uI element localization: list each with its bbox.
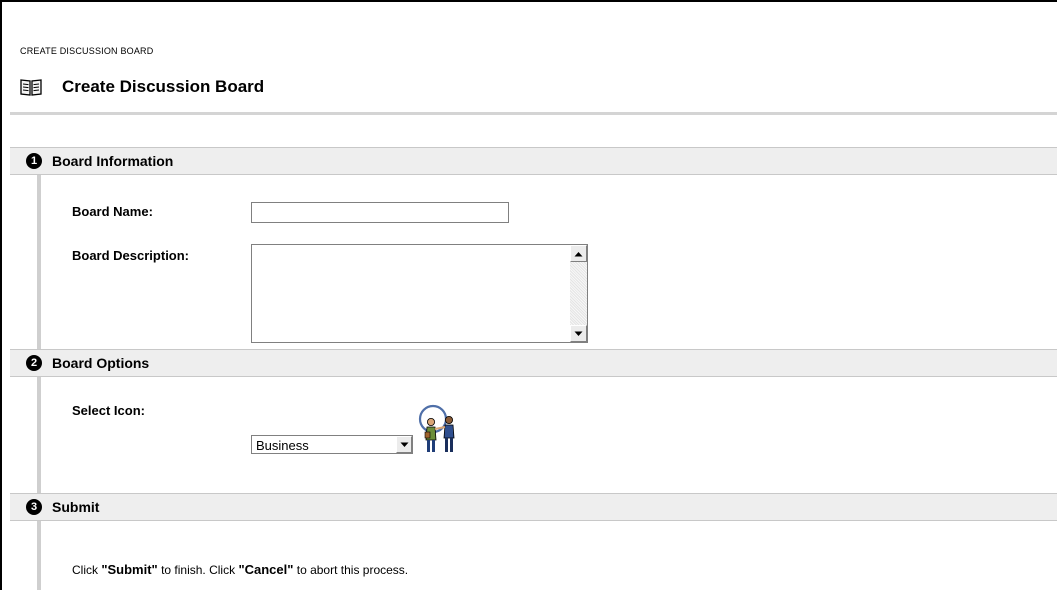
section-header-submit: 3 Submit bbox=[10, 493, 1057, 521]
board-description-label: Board Description: bbox=[72, 248, 190, 263]
scroll-down-button[interactable] bbox=[570, 325, 587, 342]
cancel-keyword: "Cancel" bbox=[238, 562, 294, 577]
submit-keyword: "Submit" bbox=[101, 562, 158, 577]
business-people-icon bbox=[418, 404, 455, 452]
board-description-field bbox=[251, 244, 588, 343]
section-title: Board Options bbox=[52, 355, 150, 371]
icon-select[interactable]: Business bbox=[251, 435, 413, 454]
board-name-input[interactable] bbox=[251, 202, 509, 223]
scroll-up-button[interactable] bbox=[570, 245, 587, 262]
title-divider bbox=[10, 112, 1057, 115]
board-description-textarea[interactable] bbox=[252, 245, 570, 342]
board-name-label: Board Name: bbox=[72, 204, 153, 219]
book-icon bbox=[20, 79, 42, 96]
instructions-text: to abort this process. bbox=[293, 563, 409, 577]
description-scrollbar[interactable] bbox=[570, 245, 587, 342]
instructions-text: to finish. Click bbox=[157, 563, 239, 577]
breadcrumb: CREATE DISCUSSION BOARD bbox=[20, 46, 154, 56]
instructions-text: Click bbox=[72, 563, 102, 577]
step-number-1: 1 bbox=[26, 153, 42, 169]
section-title: Submit bbox=[52, 499, 100, 515]
icon-select-value: Business bbox=[256, 438, 309, 453]
select-icon-label: Select Icon: bbox=[72, 403, 145, 418]
section-title: Board Information bbox=[52, 153, 174, 169]
arrow-down-icon bbox=[574, 331, 583, 336]
section-header-board-information: 1 Board Information bbox=[10, 147, 1057, 175]
step-number-2: 2 bbox=[26, 355, 42, 371]
arrow-up-icon bbox=[574, 251, 583, 256]
page-title: Create Discussion Board bbox=[62, 77, 265, 96]
step-number-3: 3 bbox=[26, 499, 42, 515]
dropdown-button[interactable] bbox=[396, 436, 412, 453]
submit-instructions: Click "Submit" to finish. Click "Cancel"… bbox=[72, 562, 408, 577]
section-header-board-options: 2 Board Options bbox=[10, 349, 1057, 377]
chevron-down-icon bbox=[400, 442, 408, 447]
